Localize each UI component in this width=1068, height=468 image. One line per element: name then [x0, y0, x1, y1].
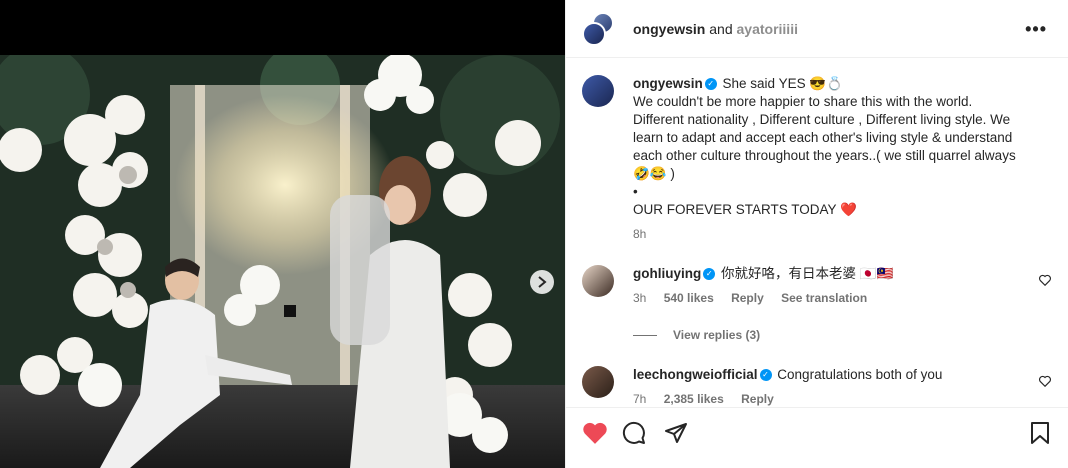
- post-detail-panel: ongyewsin and ayatoriiiii ••• ongyewsin ✓…: [565, 0, 1068, 468]
- like-comment-heart-icon[interactable]: [1038, 273, 1052, 287]
- comment-meta: 7h 2,385 likes Reply: [633, 390, 1033, 408]
- post-caption: ongyewsin ✓ She said YES 😎💍 We couldn't b…: [582, 75, 1052, 245]
- post-authors: ongyewsin and ayatoriiiii: [633, 21, 798, 37]
- proposal-photo-illustration: [0, 55, 565, 468]
- author-username-link[interactable]: ongyewsin: [633, 21, 705, 37]
- like-comment-heart-icon[interactable]: [1038, 374, 1052, 388]
- see-translation-button[interactable]: See translation: [781, 291, 867, 305]
- avatar[interactable]: [582, 265, 614, 297]
- more-options-icon[interactable]: •••: [1025, 19, 1047, 40]
- reply-button[interactable]: Reply: [731, 291, 764, 305]
- comment-timestamp[interactable]: 7h: [633, 392, 646, 406]
- comment-meta: 3h 540 likes Reply See translation: [633, 289, 1033, 307]
- post-header: ongyewsin and ayatoriiiii •••: [566, 0, 1068, 58]
- chevron-right-icon: [538, 276, 547, 288]
- comment-likes-count[interactable]: 540 likes: [664, 291, 714, 305]
- caption-line: We couldn't be more happier to share thi…: [633, 94, 973, 109]
- save-bookmark-icon[interactable]: [1029, 421, 1051, 445]
- author-connector: and: [709, 20, 733, 37]
- comment-username-link[interactable]: gohliuying: [633, 266, 701, 281]
- caption-username-link[interactable]: ongyewsin: [633, 76, 703, 91]
- verified-badge-icon: ✓: [703, 268, 716, 281]
- post-media: [0, 0, 565, 468]
- caption-line: learn to adapt and accept each other's l…: [633, 130, 1013, 145]
- comment-timestamp[interactable]: 3h: [633, 291, 646, 305]
- caption-meta: 8h: [633, 225, 1033, 243]
- comment-item: leechongweiofficial ✓ Congratulations bot…: [582, 366, 1052, 406]
- comment-text: Congratulations both of you: [777, 367, 943, 382]
- like-heart-icon[interactable]: [582, 421, 608, 445]
- post-action-bar: [566, 407, 1068, 468]
- comment-likes-count[interactable]: 2,385 likes: [664, 392, 724, 406]
- verified-badge-icon: ✓: [759, 369, 772, 382]
- comment-text: 你就好咯，有日本老婆 🇯🇵🇲🇾: [721, 266, 894, 281]
- post-photo: [0, 55, 565, 468]
- avatar: [582, 21, 606, 46]
- comment-username-link[interactable]: leechongweiofficial: [633, 367, 758, 382]
- comment-icon[interactable]: [622, 421, 646, 445]
- reply-button[interactable]: Reply: [741, 392, 774, 406]
- caption-line: OUR FOREVER STARTS TODAY ❤️: [633, 202, 857, 217]
- comment-body: gohliuying ✓ 你就好咯，有日本老婆 🇯🇵🇲🇾 3h 540 likes…: [633, 265, 1033, 307]
- caption-line: each other culture throughout the years.…: [633, 148, 1016, 163]
- comment-item: gohliuying ✓ 你就好咯，有日本老婆 🇯🇵🇲🇾 3h 540 likes…: [582, 265, 1052, 315]
- caption-line: Different nationality , Different cultur…: [633, 112, 1011, 127]
- divider: [633, 334, 657, 336]
- share-icon[interactable]: [664, 421, 688, 445]
- view-replies-button[interactable]: View replies (3): [633, 328, 760, 342]
- caption-timestamp[interactable]: 8h: [633, 227, 646, 241]
- avatar[interactable]: [582, 75, 614, 107]
- avatar[interactable]: [582, 366, 614, 398]
- caption-line: She said YES 😎💍: [722, 76, 843, 91]
- view-replies-label: View replies (3): [673, 328, 761, 342]
- collab-avatars[interactable]: [582, 11, 614, 46]
- caption-body: ongyewsin ✓ She said YES 😎💍 We couldn't b…: [633, 75, 1033, 243]
- caption-line: 🤣😂 ): [633, 166, 675, 181]
- next-image-button[interactable]: [530, 270, 554, 294]
- coauthor-username-link[interactable]: ayatoriiiii: [737, 21, 798, 37]
- caption-line: •: [633, 184, 638, 199]
- comment-body: leechongweiofficial ✓ Congratulations bot…: [633, 366, 1033, 408]
- verified-badge-icon: ✓: [704, 78, 717, 91]
